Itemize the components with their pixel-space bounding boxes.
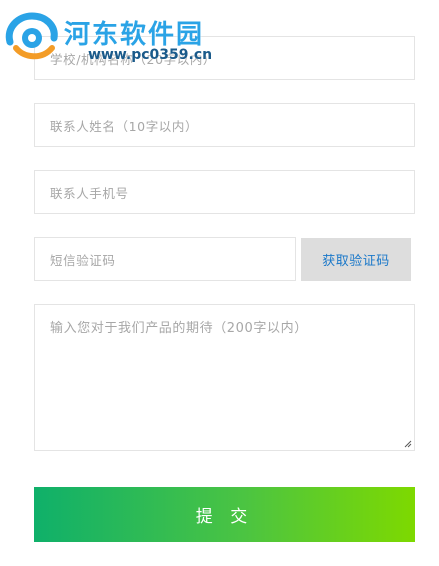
site-logo-icon xyxy=(5,12,58,60)
site-watermark: 河东软件园 www.pc0359.cn xyxy=(0,0,220,70)
watermark-site-name: 河东软件园 xyxy=(64,20,205,50)
expectation-placeholder: 输入您对于我们产品的期待（200字以内） xyxy=(50,321,308,336)
sms-code-placeholder: 短信验证码 xyxy=(50,252,116,268)
contact-phone-placeholder: 联系人手机号 xyxy=(50,185,129,201)
contact-form-page: 河东软件园 www.pc0359.cn 学校/机构名称（20字以内） 联系人姓名… xyxy=(0,0,439,566)
resize-grip-icon[interactable] xyxy=(404,440,412,448)
contact-name-input[interactable]: 联系人姓名（10字以内） xyxy=(34,103,415,147)
expectation-textarea[interactable]: 输入您对于我们产品的期待（200字以内） xyxy=(34,304,415,451)
get-sms-code-button[interactable]: 获取验证码 xyxy=(301,238,411,281)
contact-name-placeholder: 联系人姓名（10字以内） xyxy=(50,118,199,134)
submit-button[interactable]: 提 交 xyxy=(34,487,415,542)
sms-code-input[interactable]: 短信验证码 xyxy=(34,237,296,281)
watermark-url: www.pc0359.cn xyxy=(88,47,213,63)
contact-phone-input[interactable]: 联系人手机号 xyxy=(34,170,415,214)
